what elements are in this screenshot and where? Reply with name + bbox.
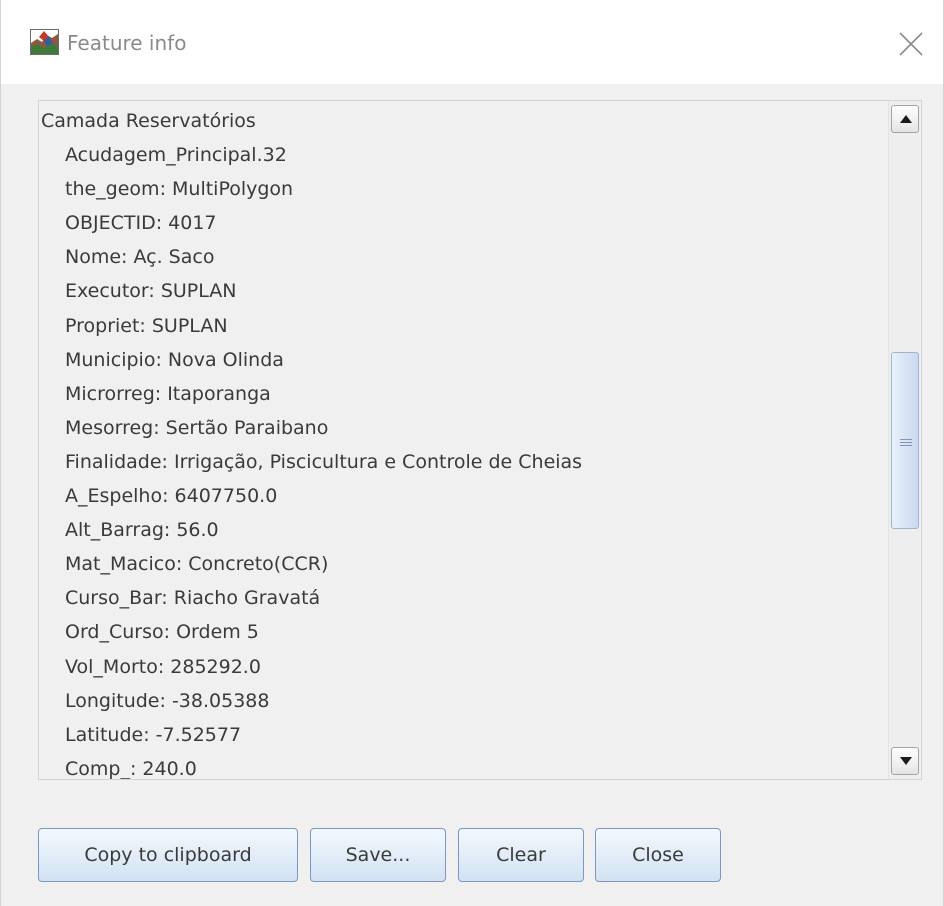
- feature-attribute-line: Finalidade: Irrigação, Piscicultura e Co…: [65, 450, 583, 473]
- feature-attribute-line: the_geom: MultiPolygon: [65, 178, 294, 201]
- feature-attribute-line: Curso_Bar: Riacho Gravatá: [65, 587, 321, 610]
- feature-attribute-line: Alt_Barrag: 56.0: [65, 519, 219, 542]
- content-area: Camada Reservatórios Acudagem_Principal.…: [1, 84, 943, 906]
- feature-attribute-line: A_Espelho: 6407750.0: [65, 485, 278, 508]
- feature-attribute-line: Propriet: SUPLAN: [65, 314, 228, 337]
- feature-attribute-line: Ord_Curso: Ordem 5: [65, 621, 259, 644]
- feature-info-text-area[interactable]: Camada Reservatórios Acudagem_Principal.…: [39, 101, 885, 780]
- feature-attribute-line: Latitude: -7.52577: [65, 723, 242, 746]
- feature-info-window: Feature info Camada Reservatórios Acudag…: [0, 0, 944, 906]
- arrow-up-icon: [900, 115, 912, 123]
- vertical-scrollbar[interactable]: [888, 101, 921, 779]
- feature-attribute-line: Comp_: 240.0: [65, 757, 197, 780]
- feature-attribute-line: Vol_Morto: 285292.0: [65, 655, 261, 678]
- feature-attribute-line: Acudagem_Principal.32: [65, 144, 287, 167]
- feature-attribute-line: OBJECTID: 4017: [65, 212, 217, 235]
- copy-to-clipboard-button[interactable]: Copy to clipboard: [38, 828, 298, 882]
- feature-info-scroll-pane[interactable]: Camada Reservatórios Acudagem_Principal.…: [38, 100, 922, 780]
- app-map-icon: [30, 29, 59, 55]
- feature-attribute-line: Executor: SUPLAN: [65, 280, 237, 303]
- feature-attribute-line: Nome: Aç. Saco: [65, 246, 215, 269]
- feature-attribute-line: Mesorreg: Sertão Paraibano: [65, 416, 329, 439]
- thumb-grip-icon: [900, 441, 912, 443]
- arrow-down-icon: [900, 757, 912, 765]
- thumb-grip-icon: [900, 444, 912, 446]
- feature-attribute-line: Municipio: Nova Olinda: [65, 348, 284, 371]
- thumb-grip-icon: [900, 438, 912, 440]
- button-bar: Copy to clipboard Save... Clear Close: [1, 828, 943, 888]
- save-button[interactable]: Save...: [310, 828, 446, 882]
- close-x-icon[interactable]: [897, 30, 925, 58]
- clear-button[interactable]: Clear: [458, 828, 584, 882]
- scroll-up-button[interactable]: [891, 105, 919, 133]
- layer-header: Camada Reservatórios: [41, 110, 256, 132]
- feature-attribute-line: Microrreg: Itaporanga: [65, 382, 271, 405]
- feature-attribute-line: Longitude: -38.05388: [65, 689, 270, 712]
- feature-attribute-line: Mat_Macico: Concreto(CCR): [65, 553, 329, 576]
- scroll-down-button[interactable]: [891, 747, 919, 775]
- title-bar[interactable]: Feature info: [1, 0, 943, 85]
- window-title: Feature info: [67, 31, 187, 55]
- scroll-thumb[interactable]: [891, 352, 919, 529]
- close-button[interactable]: Close: [595, 828, 721, 882]
